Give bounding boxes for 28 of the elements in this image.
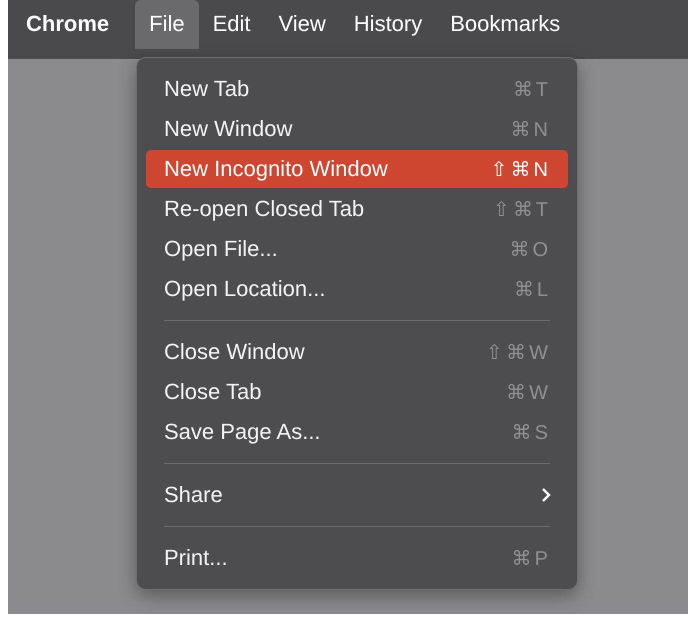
shortcut: ⌘N xyxy=(510,118,551,142)
menu-item[interactable]: Open Location... ⌘L xyxy=(146,270,568,308)
menu-item[interactable]: Save Page As... ⌘S xyxy=(146,413,568,451)
shortcut: ⌘O xyxy=(509,238,551,262)
shortcut: ⇧⌘W xyxy=(486,340,551,364)
menu-bar-item[interactable]: View xyxy=(264,0,340,49)
menu-item[interactable]: New Window ⌘N xyxy=(146,110,568,148)
menu-item[interactable]: Close Tab ⌘W xyxy=(146,373,568,411)
shortcut: ⌘P xyxy=(512,546,551,570)
shortcut: ⌘W xyxy=(506,380,551,404)
shortcut: ⇧⌘N xyxy=(490,158,551,182)
chevron-right-icon xyxy=(541,487,551,503)
submenu-item[interactable]: Share xyxy=(146,476,568,514)
menu-item[interactable]: Print... ⌘P xyxy=(146,539,568,577)
shortcut: ⌘L xyxy=(514,278,551,302)
menu-bar-item[interactable]: File xyxy=(135,0,199,49)
menu-bar-item[interactable]: Bookmarks xyxy=(436,0,574,49)
shortcut: ⌘T xyxy=(512,78,551,102)
shortcut: ⌘S xyxy=(512,420,551,444)
menu-item[interactable]: Open File... ⌘O xyxy=(146,230,568,268)
menu-item[interactable]: Re-open Closed Tab ⇧⌘T xyxy=(146,190,568,228)
app-menu[interactable]: Chrome xyxy=(12,0,124,49)
menu-item[interactable]: New Tab ⌘T xyxy=(146,70,568,108)
menu-item[interactable]: Close Window ⇧⌘W xyxy=(146,333,568,371)
shortcut: ⇧⌘T xyxy=(492,198,551,222)
menu-bar-item[interactable]: Edit xyxy=(198,0,264,49)
menu-item[interactable]: New Incognito Window ⇧⌘N xyxy=(146,150,568,188)
menu-bar-item[interactable]: History xyxy=(340,0,436,49)
